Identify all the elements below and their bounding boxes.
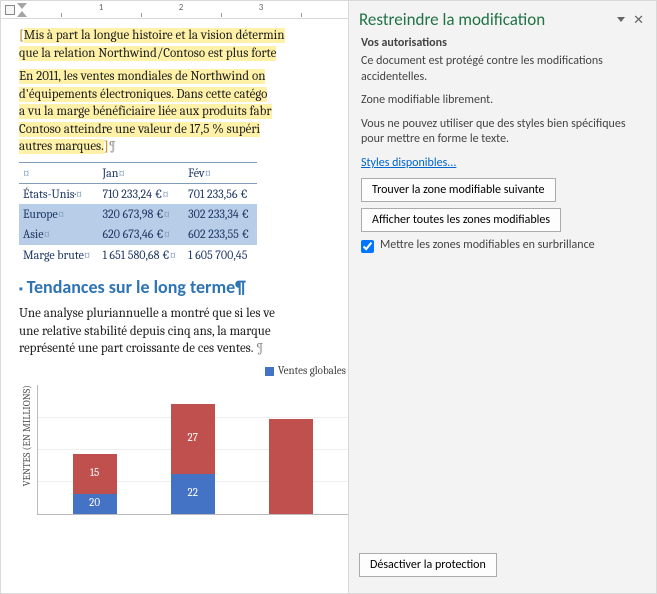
show-all-regions-button[interactable]: Afficher toutes les zones modifiables: [361, 208, 561, 232]
table-row[interactable]: Asie¤ 620 673,46 €¤ 602 233,55 €: [19, 224, 257, 244]
restrict-editing-pane: Restreindre la modification ✕ Vos autori…: [349, 1, 656, 593]
heading[interactable]: ▪ Tendances sur le long terme¶: [19, 275, 348, 299]
pane-text: Ce document est protégé contre les modif…: [361, 54, 644, 85]
ruler-tick: [301, 13, 302, 17]
ruler[interactable]: 1 2 3: [1, 1, 348, 19]
ruler-tick: [141, 13, 142, 17]
highlighted-text[interactable]: autres marques.: [19, 139, 104, 154]
document-content[interactable]: [Mis à part la longue histoire et la vis…: [1, 19, 348, 526]
table-row[interactable]: Europe¤ 320 673,98 €¤ 302 233,34 €: [19, 204, 257, 224]
pilcrow-icon: ¶: [256, 341, 264, 356]
table-row[interactable]: Marge brute¤ 1 651 580,68 €¤ 1 605 700,4…: [19, 245, 257, 265]
cell-mark-icon: ¤: [205, 166, 212, 180]
pane-title: Restreindre la modification: [359, 9, 611, 30]
highlighted-text[interactable]: Mis à part la longue histoire et la visi…: [24, 28, 285, 43]
hanging-indent-marker[interactable]: [17, 11, 27, 17]
bar-segment-blue: 20: [73, 494, 117, 514]
highlighted-text[interactable]: a vu la marge bénéficiaire liée aux prod…: [19, 104, 272, 119]
table-header-cell[interactable]: ¤: [19, 162, 98, 183]
highlighted-text[interactable]: En 2011, les ventes mondiales de Northwi…: [19, 69, 265, 84]
pane-dropdown-icon[interactable]: [617, 17, 625, 22]
table-header-cell[interactable]: Fév¤: [184, 162, 257, 183]
paragraph[interactable]: Une analyse pluriannuelle a montré que s…: [19, 305, 348, 358]
pilcrow-icon: ¶: [109, 139, 117, 154]
legend-swatch-icon: [265, 367, 274, 376]
pane-body: Vos autorisations Ce document est protég…: [349, 34, 656, 543]
ruler-tick: [61, 13, 62, 17]
chart-y-axis-label: VENTES (EN MILLIONS): [19, 385, 37, 526]
sales-table[interactable]: ¤ Jan¤ Fév¤ États-Unis·¤ 710 233,24 €¤ 7…: [19, 162, 257, 265]
first-line-indent-marker[interactable]: [17, 3, 27, 9]
table-header-cell[interactable]: Jan¤: [98, 162, 184, 183]
pane-footer: Désactiver la protection: [349, 543, 656, 593]
cell-mark-icon: ¤: [118, 166, 125, 180]
pane-text: Vous ne pouvez utiliser que des styles b…: [361, 117, 644, 148]
highlighted-text[interactable]: Contoso atteindre une valeur de 17,5 % s…: [19, 122, 260, 137]
document-area: 1 2 3 [Mis à part la longue histoire et …: [1, 1, 349, 593]
bar-segment-blue: 22: [171, 474, 215, 514]
highlighted-text[interactable]: d'équipements électroniques. Dans cette …: [19, 87, 267, 102]
chart-plot-area[interactable]: 15 20 27 22: [37, 385, 349, 515]
ruler-number: 1: [99, 2, 104, 13]
find-next-region-button[interactable]: Trouver la zone modifiable suivante: [361, 178, 556, 202]
highlighted-text[interactable]: que la relation Northwind/Contoso est pl…: [19, 46, 276, 61]
table-header-row[interactable]: ¤ Jan¤ Fév¤: [19, 162, 257, 183]
close-icon[interactable]: ✕: [631, 12, 646, 28]
chart-bar[interactable]: 27 22: [171, 404, 215, 514]
pilcrow-icon: ¶: [235, 276, 246, 298]
available-styles-link[interactable]: Styles disponibles...: [361, 156, 456, 170]
paragraph[interactable]: En 2011, les ventes mondiales de Northwi…: [19, 68, 348, 156]
chart[interactable]: VENTES (EN MILLIONS) 15 20 27 22: [19, 385, 348, 526]
ruler-number: 2: [179, 2, 184, 13]
table-row[interactable]: États-Unis·¤ 710 233,24 €¤ 701 233,56 €: [19, 184, 257, 205]
checkbox-label: Mettre les zones modifiables en surbrill…: [380, 238, 595, 252]
ruler-number: 3: [259, 2, 264, 13]
bullet-icon: ▪: [19, 282, 23, 295]
stop-protection-button[interactable]: Désactiver la protection: [359, 553, 497, 577]
bar-segment-red: [269, 419, 313, 514]
tab-selector[interactable]: [5, 5, 15, 15]
pane-header: Restreindre la modification ✕: [349, 1, 656, 34]
ruler-tick: [221, 13, 222, 17]
chart-bar[interactable]: [269, 419, 313, 514]
highlight-regions-checkbox-input[interactable]: [361, 240, 374, 253]
cell-mark-icon: ¤: [23, 166, 30, 180]
bar-segment-red: 15: [73, 454, 117, 494]
highlight-regions-checkbox[interactable]: Mettre les zones modifiables en surbrill…: [361, 238, 644, 253]
chart-legend: Ventes globales: [19, 364, 348, 379]
chart-bar[interactable]: 15 20: [73, 454, 117, 514]
bar-segment-red: 27: [171, 404, 215, 474]
pane-text: Zone modifiable librement.: [361, 93, 644, 109]
pane-subtitle: Vos autorisations: [361, 36, 644, 50]
paragraph[interactable]: [Mis à part la longue histoire et la vis…: [19, 27, 348, 62]
